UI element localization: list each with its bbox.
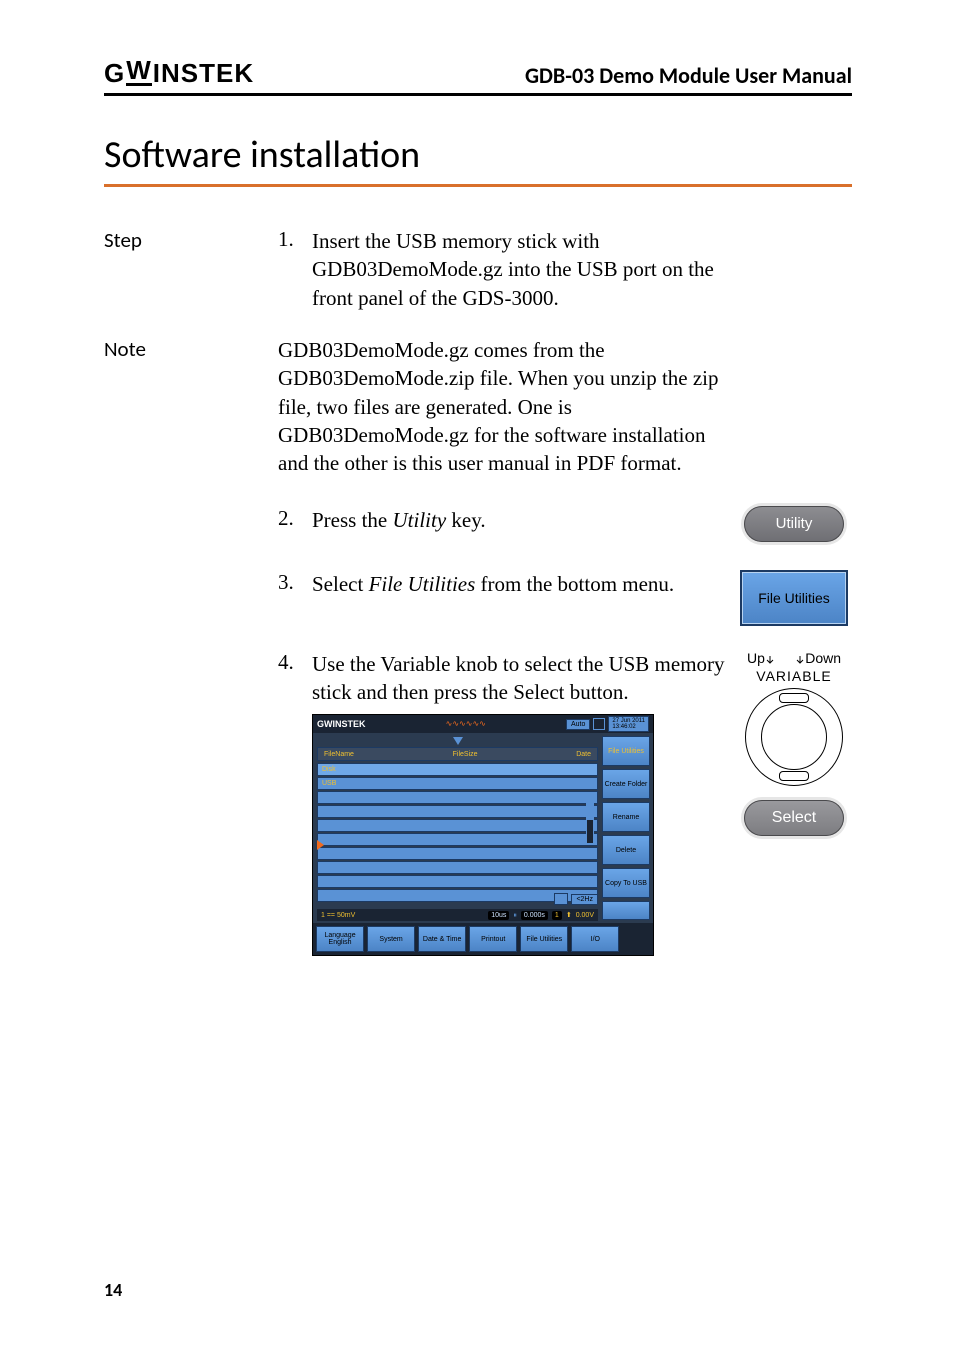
step-4-text: Use the Variable knob to select the USB …: [312, 650, 736, 957]
screenshot-bottom-datetime: Date & Time: [418, 926, 466, 952]
screenshot-bottom-system: System: [367, 926, 415, 952]
oscilloscope-screenshot: GWINSTEK ∿∿∿∿∿∿ Auto 27 Jun 201113:46:02: [312, 714, 654, 956]
screenshot-bottom-language: LanguageEnglish: [316, 926, 364, 952]
screenshot-file-row: [317, 833, 598, 846]
screenshot-scrollbar: [586, 799, 594, 844]
step-label: Step: [104, 227, 278, 312]
screenshot-bottom-printout: Printout: [469, 926, 517, 952]
step-2-number: 2.: [278, 506, 312, 542]
step-3-number: 3.: [278, 570, 312, 626]
note-text: GDB03DemoMode.gz comes from the GDB03Dem…: [278, 336, 852, 478]
screenshot-brand: GWINSTEK: [317, 718, 366, 730]
screenshot-file-row: USB: [317, 777, 598, 790]
variable-knob[interactable]: Up Down VARIABLE: [745, 650, 843, 786]
screenshot-side-rename: Rename: [602, 802, 650, 832]
screenshot-file-row: [317, 847, 598, 860]
variable-knob-label: VARIABLE: [745, 668, 843, 684]
screenshot-file-row: [317, 819, 598, 832]
screenshot-file-row: [317, 875, 598, 888]
screenshot-bottom-io: I/O: [571, 926, 619, 952]
section-heading: Software installation: [104, 132, 852, 187]
screenshot-datetime: 27 Jun 201113:46:02: [608, 716, 649, 732]
screenshot-side-blank: [602, 901, 650, 920]
screenshot-col-date: Date: [576, 750, 591, 759]
screenshot-freq-badge: <2Hz: [571, 894, 598, 905]
screenshot-file-row: Disk: [317, 763, 598, 776]
screenshot-side-file-utilities: File Utilities: [602, 736, 650, 766]
screenshot-usb-icon: [554, 893, 568, 905]
step-2-text: Press the Utility key.: [312, 506, 736, 542]
file-utilities-softkey[interactable]: File Utilities: [740, 570, 848, 626]
screenshot-side-copy-usb: Copy To USB: [602, 868, 650, 898]
select-button[interactable]: Select: [744, 800, 844, 836]
utility-key-button[interactable]: Utility: [744, 506, 844, 542]
screenshot-waveform: ∿∿∿∿∿∿: [446, 719, 486, 730]
screenshot-channel-marker-icon: [317, 840, 324, 850]
screenshot-auto-badge: Auto: [566, 719, 590, 730]
screenshot-col-filesize: FileSize: [453, 750, 478, 759]
brand-logo: GWINSTEK: [104, 58, 254, 89]
screenshot-col-filename: FileName: [324, 750, 354, 759]
screenshot-file-row: [317, 805, 598, 818]
screenshot-bottom-file-utilities: File Utilities: [520, 926, 568, 952]
step-1-number: 1.: [278, 227, 312, 312]
step-4-number: 4.: [278, 650, 312, 957]
screenshot-status-bar: 1 == 50mV 10us ⏸ 0.000s 1 ⬆ 0.00V: [317, 909, 598, 921]
step-3-text: Select File Utilities from the bottom me…: [312, 570, 736, 626]
screenshot-position-arrow-icon: [453, 737, 463, 745]
screenshot-file-row: [317, 791, 598, 804]
screenshot-side-delete: Delete: [602, 835, 650, 865]
screenshot-file-row: [317, 861, 598, 874]
note-label: Note: [104, 336, 278, 478]
screenshot-side-create-folder: Create Folder: [602, 769, 650, 799]
step-1-text: Insert the USB memory stick with GDB03De…: [312, 227, 736, 312]
screenshot-trigger-icon: [593, 718, 605, 730]
page-number: 14: [104, 1279, 122, 1301]
manual-title: GDB-03 Demo Module User Manual: [525, 62, 852, 89]
